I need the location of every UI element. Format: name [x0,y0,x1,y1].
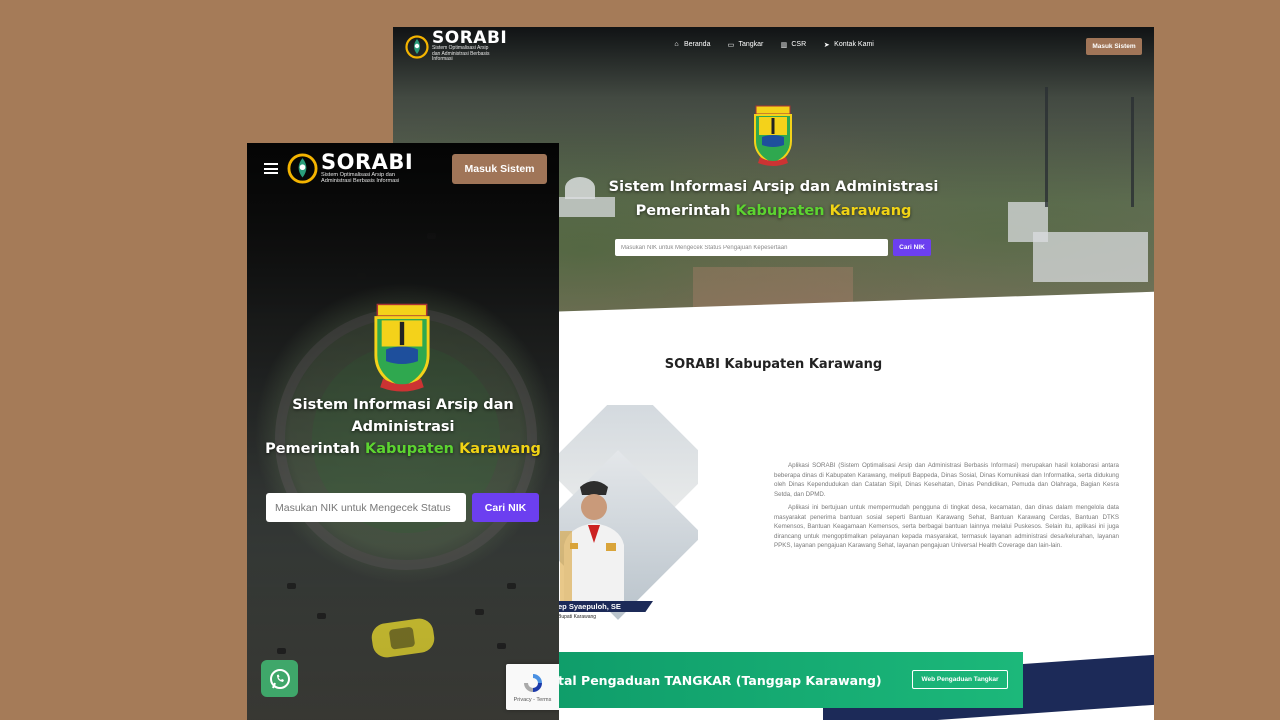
official-portrait-icon [560,481,624,601]
brand-tagline: Sistem Optimalisasi Arsip dan Administra… [321,172,400,184]
nik-search-input[interactable] [615,239,888,256]
mobile-preview: SORABI Sistem Optimalisasi Arsip dan Adm… [247,143,559,720]
about-paragraph: Aplikasi ini bertujuan untuk mempermudah… [774,504,1119,549]
about-text: Aplikasi SORABI (Sistem Optimalisasi Ars… [774,461,1119,555]
nik-search-form: Cari NIK [615,239,931,256]
search-nik-button[interactable]: Cari NIK [893,239,931,256]
hero-title-line2: Administrasi [351,419,455,435]
hero-title-pre: Pemerintah [635,203,736,219]
recaptcha-badge[interactable]: Privacy - Terms [506,664,559,710]
brand-name: SORABI [432,28,508,49]
recaptcha-links[interactable]: Privacy - Terms [514,697,552,703]
send-icon: ➤ [823,41,830,49]
search-nik-button[interactable]: Cari NIK [472,493,539,522]
login-button[interactable]: Masuk Sistem [1086,38,1142,55]
complaint-web-button[interactable]: Web Pengaduan Tangkar [912,670,1008,689]
mobile-navbar: SORABI Sistem Optimalisasi Arsip dan Adm… [247,143,559,195]
hero-title-pre: Pemerintah [265,441,366,457]
about-paragraph: Aplikasi SORABI (Sistem Optimalisasi Ars… [774,462,1119,498]
nik-search-form: Cari NIK [266,493,539,522]
inbox-icon: ▭ [727,41,735,49]
nav-kontak-kami[interactable]: ➤ Kontak Kami [823,41,874,49]
whatsapp-button[interactable] [261,660,298,697]
brand-logo[interactable]: SORABI Sistem Optimalisasi Arsip dan Adm… [287,150,414,184]
hero-title-green: Kabupaten [365,441,460,457]
nav-label: Tangkar [738,41,764,48]
nav-label: Beranda [684,41,711,48]
official-role: Bupati Karawang [558,614,597,620]
main-menu: ⌂ Beranda ▭ Tangkar ▥ CSR ➤ Kontak Kami [673,41,874,49]
complaint-banner-text: tal Pengaduan TANGKAR (Tanggap Karawang) [558,672,882,688]
brand-logo[interactable]: SORABI Sistem Optimalisasi Arsip dan Adm… [405,28,508,63]
karawang-emblem-icon [754,105,792,166]
login-button[interactable]: Masuk Sistem [452,154,547,184]
brand-name: SORABI [321,150,414,174]
home-icon: ⌂ [674,41,679,48]
nav-label: Kontak Kami [834,41,874,48]
sorabi-logo-icon [405,35,429,59]
chart-icon: ▥ [780,41,788,49]
sorabi-logo-icon [287,153,318,184]
hamburger-menu-icon[interactable] [264,163,278,174]
complaint-banner: tal Pengaduan TANGKAR (Tanggap Karawang)… [553,652,1023,708]
nav-label: CSR [791,41,807,48]
brand-tagline: Sistem Optimalisasi Arsip dan Administra… [432,45,490,63]
nik-search-input[interactable] [266,493,466,522]
hero-title-line1: Sistem Informasi Arsip dan [292,397,514,413]
nav-csr[interactable]: ▥ CSR [780,41,807,49]
top-navbar: SORABI Sistem Optimalisasi Arsip dan Adm… [393,27,1154,67]
karawang-emblem-icon [374,303,430,392]
official-name: ep Syaepuloh, SE [558,601,653,612]
hero-title-yellow: Karawang [829,203,912,219]
hero-title-yellow: Karawang [459,441,541,457]
hero-title-green: Kabupaten [735,203,830,219]
nav-tangkar[interactable]: ▭ Tangkar [727,41,764,49]
whatsapp-icon [269,668,290,689]
recaptcha-icon [523,674,542,692]
nav-beranda[interactable]: ⌂ Beranda [673,41,710,48]
hero-title: Sistem Informasi Arsip dan Administrasi … [257,394,549,460]
